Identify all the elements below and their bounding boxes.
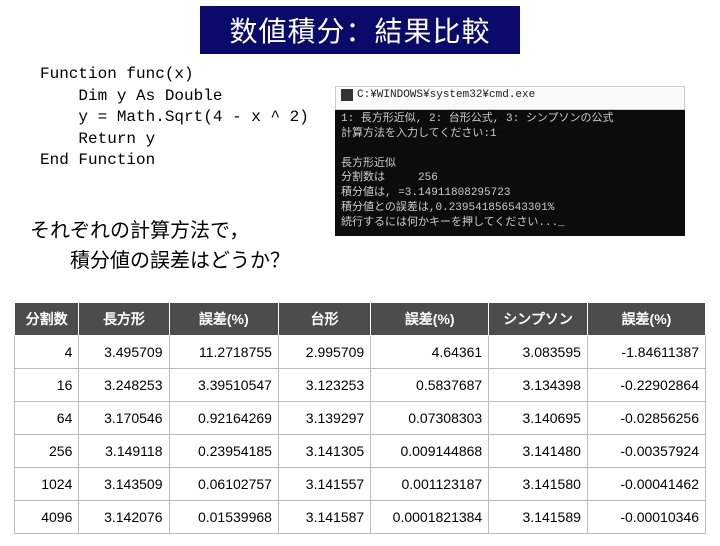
cell-rect: 3.170546 bbox=[79, 402, 169, 435]
results-table: 分割数 長方形 誤差(%) 台形 誤差(%) シンプソン 誤差(%) 4 3.4… bbox=[14, 302, 706, 534]
cell-trap-err: 0.0001821384 bbox=[371, 501, 489, 534]
cell-trap: 3.141557 bbox=[278, 468, 370, 501]
console-titlebar: C:¥WINDOWS¥system32¥cmd.exe bbox=[341, 89, 535, 101]
cell-trap-err: 0.5837687 bbox=[371, 369, 489, 402]
console-output: 1: 長方形近似, 2: 台形公式, 3: シンプソンの公式 計算方法を入力して… bbox=[335, 108, 685, 235]
th-simp-err: 誤差(%) bbox=[587, 303, 705, 336]
cell-rect: 3.248253 bbox=[79, 369, 169, 402]
table-row: 1024 3.143509 0.06102757 3.141557 0.0011… bbox=[15, 468, 706, 501]
cell-rect-err: 11.2718755 bbox=[169, 336, 278, 369]
cell-n: 1024 bbox=[15, 468, 79, 501]
cell-n: 64 bbox=[15, 402, 79, 435]
page-title: 数値積分：結果比較 bbox=[200, 6, 520, 54]
table-row: 256 3.149118 0.23954185 3.141305 0.00914… bbox=[15, 435, 706, 468]
cell-trap: 3.141587 bbox=[278, 501, 370, 534]
table-row: 4 3.495709 11.2718755 2.995709 4.64361 3… bbox=[15, 336, 706, 369]
cell-simp-err: -1.84611387 bbox=[587, 336, 705, 369]
cell-n: 16 bbox=[15, 369, 79, 402]
cell-rect-err: 3.39510547 bbox=[169, 369, 278, 402]
th-trap-err: 誤差(%) bbox=[371, 303, 489, 336]
cell-rect-err: 0.01539968 bbox=[169, 501, 278, 534]
cell-simp: 3.141480 bbox=[489, 435, 588, 468]
cell-trap-err: 0.001123187 bbox=[371, 468, 489, 501]
th-rect: 長方形 bbox=[79, 303, 169, 336]
cell-n: 4 bbox=[15, 336, 79, 369]
cell-trap: 3.141305 bbox=[278, 435, 370, 468]
console-title-text: C:¥WINDOWS¥system32¥cmd.exe bbox=[357, 89, 535, 101]
cell-trap-err: 0.009144868 bbox=[371, 435, 489, 468]
cmd-icon bbox=[341, 89, 353, 101]
cell-rect-err: 0.92164269 bbox=[169, 402, 278, 435]
cell-simp-err: -0.00010346 bbox=[587, 501, 705, 534]
cell-rect: 3.143509 bbox=[79, 468, 169, 501]
cell-simp-err: -0.02856256 bbox=[587, 402, 705, 435]
cell-rect: 3.495709 bbox=[79, 336, 169, 369]
th-n: 分割数 bbox=[15, 303, 79, 336]
code-snippet: Function func(x) Dim y As Double y = Mat… bbox=[40, 64, 309, 172]
cell-simp: 3.141580 bbox=[489, 468, 588, 501]
cell-simp: 3.141589 bbox=[489, 501, 588, 534]
cell-simp-err: -0.00041462 bbox=[587, 468, 705, 501]
table-row: 16 3.248253 3.39510547 3.123253 0.583768… bbox=[15, 369, 706, 402]
cell-simp: 3.140695 bbox=[489, 402, 588, 435]
cell-trap: 2.995709 bbox=[278, 336, 370, 369]
console-window: C:¥WINDOWS¥system32¥cmd.exe 1: 長方形近似, 2:… bbox=[335, 86, 685, 236]
question-text: それぞれの計算方法で， 積分値の誤差はどうか？ bbox=[30, 216, 290, 276]
cell-rect-err: 0.23954185 bbox=[169, 435, 278, 468]
cell-simp: 3.083595 bbox=[489, 336, 588, 369]
cell-n: 4096 bbox=[15, 501, 79, 534]
question-line-2: 積分値の誤差はどうか？ bbox=[30, 246, 290, 276]
cell-trap-err: 4.64361 bbox=[371, 336, 489, 369]
cell-trap: 3.123253 bbox=[278, 369, 370, 402]
cell-simp-err: -0.00357924 bbox=[587, 435, 705, 468]
table-row: 64 3.170546 0.92164269 3.139297 0.073083… bbox=[15, 402, 706, 435]
cell-rect: 3.142076 bbox=[79, 501, 169, 534]
cell-trap: 3.139297 bbox=[278, 402, 370, 435]
cell-rect: 3.149118 bbox=[79, 435, 169, 468]
th-trap: 台形 bbox=[278, 303, 370, 336]
table-header-row: 分割数 長方形 誤差(%) 台形 誤差(%) シンプソン 誤差(%) bbox=[15, 303, 706, 336]
cell-n: 256 bbox=[15, 435, 79, 468]
th-simp: シンプソン bbox=[489, 303, 588, 336]
cell-rect-err: 0.06102757 bbox=[169, 468, 278, 501]
cell-simp: 3.134398 bbox=[489, 369, 588, 402]
th-rect-err: 誤差(%) bbox=[169, 303, 278, 336]
question-line-1: それぞれの計算方法で， bbox=[30, 216, 290, 246]
table-row: 4096 3.142076 0.01539968 3.141587 0.0001… bbox=[15, 501, 706, 534]
cell-trap-err: 0.07308303 bbox=[371, 402, 489, 435]
cell-simp-err: -0.22902864 bbox=[587, 369, 705, 402]
